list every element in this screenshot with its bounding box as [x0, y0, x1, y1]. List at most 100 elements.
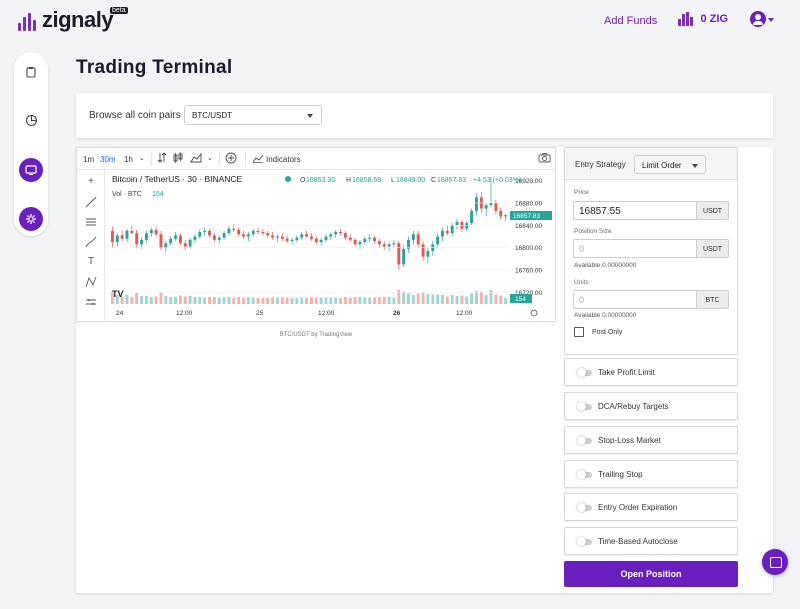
volume-bar	[455, 296, 459, 304]
volume-bar	[377, 297, 381, 304]
add-indicator-plus-icon[interactable]	[225, 152, 237, 166]
candle-body	[285, 238, 289, 241]
take-profit-switch[interactable]	[577, 368, 592, 377]
entry-strategy-select[interactable]: Limit Order	[634, 155, 706, 174]
volume-bar	[212, 297, 216, 304]
open-position-button[interactable]: Open Position	[564, 561, 738, 587]
volume-bar	[392, 297, 396, 304]
camera-icon[interactable]	[538, 152, 551, 165]
volume-bar	[465, 296, 469, 304]
sidebar-item-settings[interactable]	[19, 207, 43, 231]
volume-bar	[285, 297, 289, 304]
coin-pair-selected: BTC/USDT	[192, 111, 232, 120]
chart-settings-gear-icon[interactable]	[530, 309, 538, 317]
horizontal-lines-icon[interactable]	[85, 216, 97, 228]
dca-toggle-row[interactable]: DCA/Rebuy Targets	[564, 392, 738, 420]
post-only-option[interactable]: Post Only	[574, 327, 622, 337]
ohlc-close-label: C	[431, 177, 436, 184]
price-chart[interactable]: 16920.0016880.0016840.0016800.0016760.00…	[106, 170, 555, 321]
ohlc-high-label: H	[346, 177, 351, 184]
volume-bar	[140, 296, 144, 304]
stop-loss-toggle-row[interactable]: Stop-Loss Market	[564, 426, 738, 454]
autoclose-switch[interactable]	[577, 537, 592, 546]
entry-expiration-toggle-row[interactable]: Entry Order Expiration	[564, 493, 738, 521]
candle-body	[149, 229, 153, 234]
interval-chevron-down-icon[interactable]: ⌄	[139, 154, 145, 162]
chevron-down-icon[interactable]	[768, 18, 774, 22]
ruler-icon[interactable]	[85, 296, 97, 308]
compare-icon[interactable]	[157, 152, 167, 165]
entry-expiration-switch[interactable]	[577, 503, 592, 512]
dca-switch[interactable]	[577, 402, 592, 411]
autoclose-toggle-row[interactable]: Time-Based Autoclose	[564, 527, 738, 555]
indicators-icon[interactable]	[252, 153, 264, 165]
volume-bar	[441, 295, 444, 304]
coin-pair-select[interactable]: BTC/USDT	[184, 105, 322, 125]
indicators-button[interactable]: Indicators	[266, 155, 301, 164]
user-avatar-icon[interactable]	[750, 11, 766, 27]
volume-bar	[402, 291, 406, 304]
volume-bar	[421, 292, 425, 304]
candle-body	[222, 233, 226, 238]
candle-body	[421, 244, 425, 257]
candle-body	[450, 225, 454, 234]
volume-bar	[256, 298, 260, 304]
candles-icon[interactable]	[173, 152, 183, 166]
logo-text: zignaly	[42, 7, 114, 32]
units-input[interactable]: 0	[573, 290, 697, 309]
crosshair-icon[interactable]: +	[85, 176, 97, 188]
drawing-tools: + T	[77, 170, 105, 321]
volume-bar	[208, 297, 211, 304]
chat-support-icon[interactable]	[762, 549, 788, 575]
post-only-checkbox[interactable]	[574, 327, 584, 337]
sidebar-item-dashboard[interactable]	[19, 60, 43, 84]
volume-bar	[416, 293, 420, 304]
volume-bar	[397, 290, 401, 304]
volume-bar	[343, 297, 347, 304]
candle-body	[183, 243, 187, 247]
volume-bar	[266, 298, 270, 304]
candle-body	[334, 232, 338, 235]
chart-toolbar: 1m 30m 1h ⌄ ⌄ Indicators	[77, 148, 555, 170]
take-profit-toggle-row[interactable]: Take Profit Limit	[564, 358, 738, 386]
volume-bar	[334, 297, 338, 304]
chart-type-chevron-down-icon[interactable]: ⌄	[207, 154, 213, 162]
candle-body	[232, 228, 236, 230]
y-tick-label: 16800.00	[515, 245, 542, 252]
sidebar-item-trading-terminal[interactable]	[19, 158, 43, 182]
trend-line-icon[interactable]	[85, 196, 97, 208]
brush-icon[interactable]	[85, 236, 97, 248]
candle-body	[261, 232, 265, 234]
text-tool-icon[interactable]: T	[85, 256, 97, 268]
interval-1h[interactable]: 1h	[124, 155, 133, 164]
candle-body	[465, 223, 469, 229]
pattern-icon[interactable]	[85, 276, 97, 288]
volume-bar	[164, 296, 168, 304]
zignaly-logo[interactable]: zignaly beta	[18, 7, 128, 32]
candle-body	[237, 229, 241, 235]
entry-expiration-label: Entry Order Expiration	[598, 503, 678, 512]
candle-body	[314, 238, 318, 243]
candle-body	[300, 234, 304, 238]
interval-30m[interactable]: 30m	[100, 155, 116, 164]
price-input[interactable]: 16857.55	[573, 201, 697, 220]
trailing-stop-switch[interactable]	[577, 470, 592, 479]
stop-loss-switch[interactable]	[577, 436, 592, 445]
tradingview-chart: 1m 30m 1h ⌄ ⌄ Indicators + T 16920.00 16…	[76, 147, 556, 322]
candle-body	[353, 239, 357, 245]
sidebar-item-analytics[interactable]	[19, 108, 43, 132]
candle-body	[271, 235, 275, 238]
ohlc-high: 16858.59	[352, 177, 381, 184]
position-size-input[interactable]: 0	[573, 239, 697, 258]
candle-body	[115, 235, 119, 243]
trailing-stop-toggle-row[interactable]: Trailing Stop	[564, 460, 738, 488]
interval-1m[interactable]: 1m	[83, 155, 94, 164]
candle-body	[169, 238, 173, 244]
zig-balance[interactable]: 0 ZIG	[678, 12, 728, 26]
volume-bar	[130, 297, 134, 304]
candle-body	[426, 251, 430, 257]
add-funds-link[interactable]: Add Funds	[604, 15, 657, 27]
candle-body	[397, 243, 401, 265]
candle-body	[275, 236, 279, 238]
area-chart-icon[interactable]	[190, 152, 202, 165]
